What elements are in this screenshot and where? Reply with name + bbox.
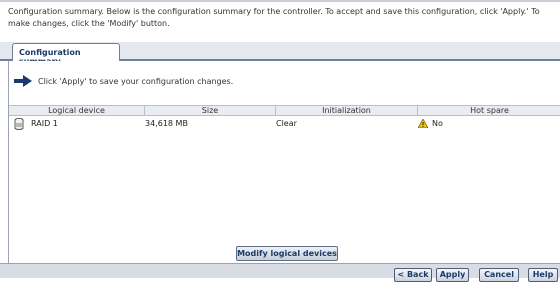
footer-bar: < Back Apply Cancel Help	[0, 263, 560, 282]
warning-icon	[418, 119, 428, 128]
column-header-hot-spare[interactable]: Hot spare	[418, 106, 560, 115]
content-panel: Click 'Apply' to save your configuration…	[8, 61, 560, 263]
column-header-size[interactable]: Size	[145, 106, 276, 115]
tab-strip: Configuration summary	[0, 42, 560, 66]
instruction-text: Click 'Apply' to save your configuration…	[38, 76, 234, 86]
help-button[interactable]: Help	[528, 268, 558, 282]
hot-spare-value: No	[432, 119, 443, 128]
cell-logical-device: RAID 1	[9, 117, 145, 130]
instruction-row: Click 'Apply' to save your configuration…	[14, 73, 233, 89]
modify-logical-devices-button[interactable]: Modify logical devices	[236, 246, 338, 261]
header-panel: Configuration summary. Below is the conf…	[0, 0, 560, 42]
tab-configuration-summary[interactable]: Configuration summary	[12, 43, 120, 66]
column-header-initialization[interactable]: Initialization	[276, 106, 418, 115]
back-button[interactable]: < Back	[394, 268, 432, 282]
cell-size: 34,618 MB	[145, 119, 188, 128]
cell-hot-spare: No	[418, 117, 560, 130]
header-description: Configuration summary. Below is the conf…	[8, 7, 540, 28]
apply-button[interactable]: Apply	[436, 268, 469, 282]
table-row[interactable]: RAID 1 34,618 MB Clear No	[9, 117, 560, 130]
table-header: Logical device Size Initialization Hot s…	[9, 105, 560, 116]
cell-initialization: Clear	[276, 119, 297, 128]
logical-device-name: RAID 1	[31, 119, 58, 128]
arrow-right-icon	[14, 75, 32, 87]
drive-icon	[14, 117, 24, 130]
cancel-button[interactable]: Cancel	[479, 268, 519, 282]
column-header-logical-device[interactable]: Logical device	[9, 106, 145, 115]
